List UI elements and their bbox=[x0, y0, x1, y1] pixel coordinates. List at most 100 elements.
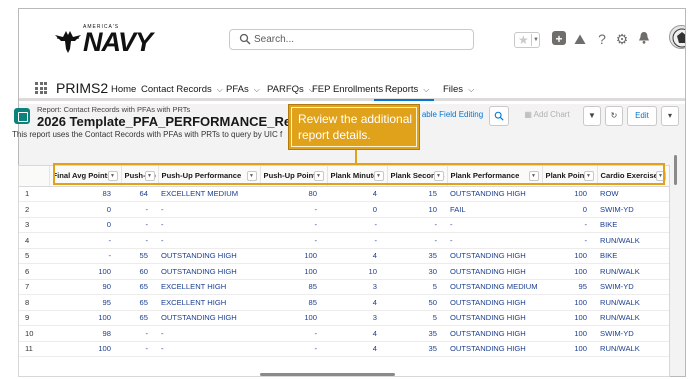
app-nav-bar: PRIMS2 Home Contact Records ⌵ PFAs ⌵ PARFQ… bbox=[19, 77, 685, 101]
nav-item-files[interactable]: Files ⌵ bbox=[443, 84, 474, 95]
search-report-button[interactable] bbox=[489, 106, 509, 126]
table-row[interactable]: 10 98- - -4 35 OUTSTANDING HIGH 100 SWIM-YD bbox=[19, 325, 669, 342]
table-cell: - bbox=[260, 201, 327, 218]
table-cell: 64 bbox=[121, 186, 158, 202]
table-row[interactable]: 4- - - - - - - - RUN/WALK bbox=[19, 232, 669, 249]
table-cell: OUTSTANDING HIGH bbox=[158, 248, 260, 264]
nav-item-parfqs[interactable]: PARFQs ⌵ bbox=[267, 84, 315, 95]
callout-text: Review the additional report details. bbox=[291, 107, 417, 147]
table-cell: EXCELLENT MEDIUM bbox=[158, 186, 260, 202]
favorites-button[interactable]: ★ ▼ bbox=[514, 32, 540, 48]
more-actions-button[interactable]: ▾ bbox=[661, 106, 679, 126]
table-cell: 0 bbox=[49, 201, 121, 218]
table-cell: - bbox=[158, 201, 260, 218]
table-cell: 98 bbox=[49, 325, 121, 342]
table-cell: OUTSTANDING HIGH bbox=[447, 263, 542, 280]
gear-icon[interactable]: ⚙ bbox=[614, 31, 630, 47]
table-cell: - bbox=[121, 232, 158, 249]
table-cell: - bbox=[158, 217, 260, 233]
callout-box: Review the additional report details. bbox=[288, 104, 420, 150]
global-search-input[interactable]: Search... bbox=[229, 29, 474, 50]
vertical-scroll-thumb[interactable] bbox=[674, 155, 677, 185]
chevron-down-icon[interactable]: ⌵ bbox=[217, 85, 223, 94]
table-row[interactable]: 2 0- - -0 10 FAIL 0 SWIM-YD bbox=[19, 201, 669, 218]
trailhead-icon[interactable]: ⛰ bbox=[572, 31, 588, 47]
table-row[interactable]: 3 0- - - - - - - BIKE bbox=[19, 217, 669, 233]
table-cell: RUN/WALK bbox=[597, 294, 669, 311]
table-cell: 50 bbox=[387, 294, 447, 311]
navy-logo[interactable]: AMERICA'S NAVY bbox=[53, 21, 153, 61]
table-cell: 35 bbox=[387, 325, 447, 342]
table-row[interactable]: 11 100- - -4 35 OUTSTANDING HIGH 100 RUN/WALK bbox=[19, 341, 669, 357]
table-cell: 4 bbox=[327, 294, 387, 311]
table-cell: OUTSTANDING HIGH bbox=[447, 325, 542, 342]
nav-item-reports[interactable]: Reports ⌵ bbox=[385, 84, 429, 95]
report-data-table: Final Avg Points ▼ Push-Up ▼ Push-Up Perform… bbox=[19, 166, 669, 357]
table-cell: 35 bbox=[387, 341, 447, 357]
table-cell: 100 bbox=[542, 294, 597, 311]
report-subtitle: Report: Contact Records with PFAs with P… bbox=[37, 105, 191, 114]
table-cell: 100 bbox=[49, 263, 121, 280]
table-cell: OUTSTANDING HIGH bbox=[447, 310, 542, 326]
help-icon[interactable]: ? bbox=[594, 31, 610, 47]
table-cell: 4 bbox=[327, 325, 387, 342]
table-cell: 83 bbox=[49, 186, 121, 202]
table-row[interactable]: 6 100 60 OUTSTANDING HIGH 100 10 30 OUTSTANDING… bbox=[19, 263, 669, 280]
table-cell: 10 bbox=[327, 263, 387, 280]
table-cell: OUTSTANDING HIGH bbox=[447, 186, 542, 202]
row-number: 5 bbox=[19, 248, 49, 264]
vertical-scrollbar[interactable] bbox=[672, 155, 678, 370]
refresh-icon: ↻ bbox=[610, 111, 618, 120]
table-cell: - bbox=[542, 217, 597, 233]
table-cell: OUTSTANDING MEDIUM bbox=[447, 279, 542, 295]
logo-wordmark: NAVY bbox=[83, 27, 153, 57]
table-cell: 100 bbox=[542, 341, 597, 357]
table-cell: 100 bbox=[49, 310, 121, 326]
table-cell: 0 bbox=[327, 201, 387, 218]
table-cell: 95 bbox=[542, 279, 597, 295]
chevron-down-icon[interactable]: ⌵ bbox=[423, 85, 429, 94]
edit-button[interactable]: Edit bbox=[627, 106, 657, 126]
table-row[interactable]: 9 100 65 OUTSTANDING HIGH 100 3 5 OUTSTANDING H… bbox=[19, 310, 669, 326]
table-cell: 80 bbox=[260, 186, 327, 202]
table-cell: 100 bbox=[260, 263, 327, 280]
bell-icon[interactable] bbox=[636, 31, 652, 47]
table-row[interactable]: 5-55 OUTSTANDING HIGH 100 4 35 OUTSTANDING HI… bbox=[19, 248, 669, 264]
chevron-down-icon[interactable]: ⌵ bbox=[468, 85, 474, 94]
table-cell: 65 bbox=[121, 294, 158, 311]
table-row[interactable]: 1 83 64 EXCELLENT MEDIUM 80 4 15 OUTSTANDING HI… bbox=[19, 186, 669, 202]
search-icon bbox=[494, 111, 504, 121]
table-cell: 100 bbox=[542, 248, 597, 264]
chevron-down-icon[interactable]: ⌵ bbox=[254, 85, 260, 94]
table-cell: 0 bbox=[542, 201, 597, 218]
horizontal-scroll-thumb[interactable] bbox=[260, 373, 395, 376]
nav-item-fep-enrollments[interactable]: FEP Enrollments ⌵ bbox=[312, 84, 394, 95]
table-row[interactable]: 7 90 65 EXCELLENT HIGH 85 3 5 OUTSTANDING MEDIU… bbox=[19, 279, 669, 295]
table-cell: 3 bbox=[327, 310, 387, 326]
refresh-button[interactable]: ↻ bbox=[605, 106, 623, 126]
nav-item-contact-records[interactable]: Contact Records ⌵ bbox=[141, 84, 223, 95]
nav-item-pfas[interactable]: PFAs ⌵ bbox=[226, 84, 260, 95]
table-cell: ROW bbox=[597, 186, 669, 202]
app-launcher-icon[interactable] bbox=[35, 82, 47, 94]
table-cell: - bbox=[260, 341, 327, 357]
global-actions-plus-icon[interactable]: + bbox=[552, 31, 566, 46]
callout-connector bbox=[355, 150, 357, 164]
table-cell: - bbox=[327, 232, 387, 249]
table-cell: - bbox=[447, 232, 542, 249]
table-body: 1 83 64 EXCELLENT MEDIUM 80 4 15 OUTSTANDING HI… bbox=[19, 186, 669, 357]
table-cell: OUTSTANDING HIGH bbox=[447, 294, 542, 311]
table-row[interactable]: 8 95 65 EXCELLENT HIGH 85 4 50 OUTSTANDING HIGH… bbox=[19, 294, 669, 311]
enable-field-editing-button[interactable]: able Field Editing bbox=[420, 106, 485, 126]
filter-button[interactable]: ▼ bbox=[583, 106, 601, 126]
add-chart-button[interactable]: ▦ Add Chart bbox=[515, 106, 579, 126]
table-cell: 10 bbox=[387, 201, 447, 218]
table-cell: 100 bbox=[542, 325, 597, 342]
row-number: 3 bbox=[19, 217, 49, 233]
chevron-down-icon[interactable]: ▼ bbox=[531, 34, 540, 46]
nav-item-home[interactable]: Home bbox=[111, 84, 136, 95]
user-avatar[interactable] bbox=[669, 25, 685, 49]
row-number: 8 bbox=[19, 294, 49, 311]
table-cell: 85 bbox=[260, 279, 327, 295]
row-number: 10 bbox=[19, 325, 49, 342]
